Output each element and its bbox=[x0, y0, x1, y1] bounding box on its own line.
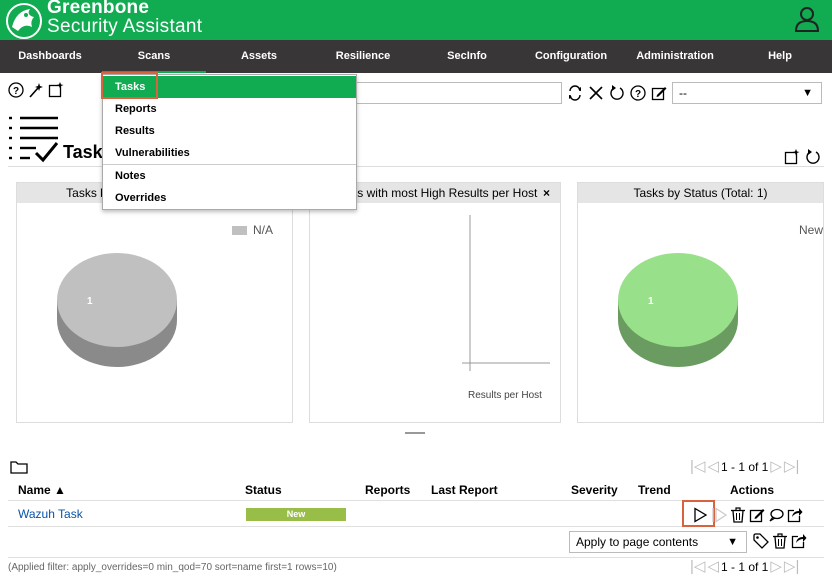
trash-icon[interactable] bbox=[730, 506, 746, 523]
pager-text: 1 - 1 of 1 bbox=[720, 560, 769, 574]
pager-top: |◁ ◁ 1 - 1 of 1 ▷ ▷| bbox=[690, 459, 799, 474]
row-actions bbox=[692, 502, 803, 527]
results-bar-chart bbox=[462, 215, 550, 371]
column-last-report[interactable]: Last Report bbox=[431, 483, 498, 497]
dashboard-high-results: Tasks with most High Results per Host × … bbox=[309, 182, 561, 423]
edit-icon[interactable] bbox=[749, 507, 765, 523]
column-trend[interactable]: Trend bbox=[638, 483, 671, 497]
nav-scans[interactable]: Scans bbox=[102, 40, 206, 73]
legend-label: New bbox=[799, 223, 823, 237]
status-pie-chart[interactable]: 1 bbox=[616, 253, 741, 373]
applied-filter-text: (Applied filter: apply_overrides=0 min_q… bbox=[8, 562, 337, 573]
menu-item-overrides[interactable]: Overrides bbox=[103, 187, 356, 209]
clear-filter-icon[interactable] bbox=[588, 85, 604, 101]
tasks-icon bbox=[9, 116, 59, 163]
slice-label: 1 bbox=[648, 296, 654, 307]
chart-legend: New bbox=[793, 223, 823, 237]
last-page-icon[interactable]: ▷| bbox=[784, 459, 799, 474]
nav-configuration[interactable]: Configuration bbox=[520, 40, 622, 73]
last-page-icon[interactable]: ▷| bbox=[784, 559, 799, 574]
legend-label: N/A bbox=[253, 223, 274, 237]
tag-icon[interactable] bbox=[753, 533, 769, 549]
export-icon[interactable] bbox=[787, 507, 803, 523]
menu-item-reports[interactable]: Reports bbox=[103, 98, 356, 120]
pie-slice bbox=[57, 253, 177, 347]
menu-item-results[interactable]: Results bbox=[103, 120, 356, 142]
refresh-filter-icon[interactable] bbox=[567, 85, 583, 101]
task-name-link[interactable]: Wazuh Task bbox=[18, 507, 83, 521]
edit-filter-icon[interactable] bbox=[651, 85, 667, 101]
filter-toolbar: ? bbox=[567, 85, 667, 101]
new-task-icon[interactable] bbox=[784, 149, 800, 165]
filter-select-value: -- bbox=[679, 86, 687, 100]
pager-bottom: |◁ ◁ 1 - 1 of 1 ▷ ▷| bbox=[690, 559, 799, 574]
close-icon[interactable]: × bbox=[543, 183, 550, 203]
menu-item-vulnerabilities[interactable]: Vulnerabilities bbox=[103, 142, 356, 164]
brand-subtitle: Security Assistant bbox=[47, 16, 203, 37]
column-reports[interactable]: Reports bbox=[365, 483, 410, 497]
chevron-down-icon: ▼ bbox=[802, 87, 813, 99]
nav-administration[interactable]: Administration bbox=[624, 40, 726, 73]
column-actions: Actions bbox=[730, 483, 775, 497]
first-page-icon[interactable]: |◁ bbox=[690, 559, 705, 574]
reset-icon[interactable] bbox=[805, 149, 821, 165]
filter-help-icon[interactable]: ? bbox=[630, 85, 646, 101]
app-header: Greenbone Security Assistant bbox=[0, 0, 832, 40]
dashboard-status: Tasks by Status (Total: 1) New 1 bbox=[577, 182, 824, 423]
next-page-icon[interactable]: ▷ bbox=[770, 559, 782, 574]
trash-icon[interactable] bbox=[772, 533, 788, 549]
wizard-icon[interactable] bbox=[28, 82, 44, 98]
previous-page-icon[interactable]: ◁ bbox=[707, 559, 719, 574]
pager-text: 1 - 1 of 1 bbox=[720, 460, 769, 474]
dashboard-resize-handle[interactable] bbox=[405, 432, 425, 434]
dashboard-title: Tasks with most High Results per Host bbox=[332, 186, 538, 200]
nav-help[interactable]: Help bbox=[728, 40, 832, 73]
dashboard-severity-class: Tasks by Severity Class (Total: 1) N/A 1 bbox=[16, 182, 293, 423]
help-icon[interactable]: ? bbox=[8, 82, 24, 98]
previous-page-icon[interactable]: ◁ bbox=[707, 459, 719, 474]
nav-secinfo[interactable]: SecInfo bbox=[416, 40, 518, 73]
section-toolbar bbox=[784, 149, 821, 165]
page-toolbar: ? bbox=[8, 82, 64, 98]
filter-select[interactable]: -- ▼ bbox=[672, 82, 822, 104]
table-row: Wazuh Task New bbox=[8, 500, 824, 527]
legend-swatch bbox=[232, 225, 247, 235]
bulk-action-select[interactable]: Apply to page contents ▼ bbox=[569, 531, 747, 553]
status-badge: New bbox=[246, 508, 346, 521]
column-name[interactable]: Name ▲ bbox=[18, 483, 66, 497]
clone-icon[interactable] bbox=[768, 507, 784, 523]
nav-resilience[interactable]: Resilience bbox=[312, 40, 414, 73]
resume-icon bbox=[712, 506, 727, 523]
x-axis-label: Results per Host bbox=[468, 390, 542, 401]
dashboard-title[interactable]: Tasks by Status (Total: 1) bbox=[578, 183, 823, 203]
menu-item-notes[interactable]: Notes bbox=[103, 165, 356, 187]
new-task-icon[interactable] bbox=[48, 82, 64, 98]
column-status[interactable]: Status bbox=[245, 483, 282, 497]
svg-text:?: ? bbox=[635, 89, 641, 100]
pie-slice bbox=[618, 253, 738, 347]
main-nav: Dashboards Scans Assets Resilience SecIn… bbox=[0, 40, 832, 73]
bulk-select-value: Apply to page contents bbox=[576, 535, 699, 549]
tasks-highlight bbox=[101, 72, 158, 99]
export-icon[interactable] bbox=[791, 533, 807, 549]
chevron-down-icon: ▼ bbox=[727, 536, 738, 548]
folder-icon[interactable] bbox=[10, 460, 28, 474]
nav-assets[interactable]: Assets bbox=[208, 40, 310, 73]
column-severity[interactable]: Severity bbox=[571, 483, 618, 497]
first-page-icon[interactable]: |◁ bbox=[690, 459, 705, 474]
start-icon[interactable] bbox=[692, 506, 708, 523]
next-page-icon[interactable]: ▷ bbox=[770, 459, 782, 474]
reset-filter-icon[interactable] bbox=[609, 85, 625, 101]
filter-input[interactable] bbox=[356, 82, 562, 104]
greenbone-logo-icon[interactable] bbox=[4, 1, 44, 39]
chart-legend: N/A bbox=[232, 223, 273, 237]
user-icon[interactable] bbox=[794, 6, 820, 32]
bulk-toolbar bbox=[753, 533, 807, 549]
svg-text:?: ? bbox=[13, 86, 19, 97]
slice-label: 1 bbox=[87, 296, 93, 307]
severity-pie-chart[interactable]: 1 bbox=[55, 253, 180, 373]
table-header: Name ▲ Status Reports Last Report Severi… bbox=[8, 480, 824, 501]
nav-dashboards[interactable]: Dashboards bbox=[0, 40, 100, 73]
